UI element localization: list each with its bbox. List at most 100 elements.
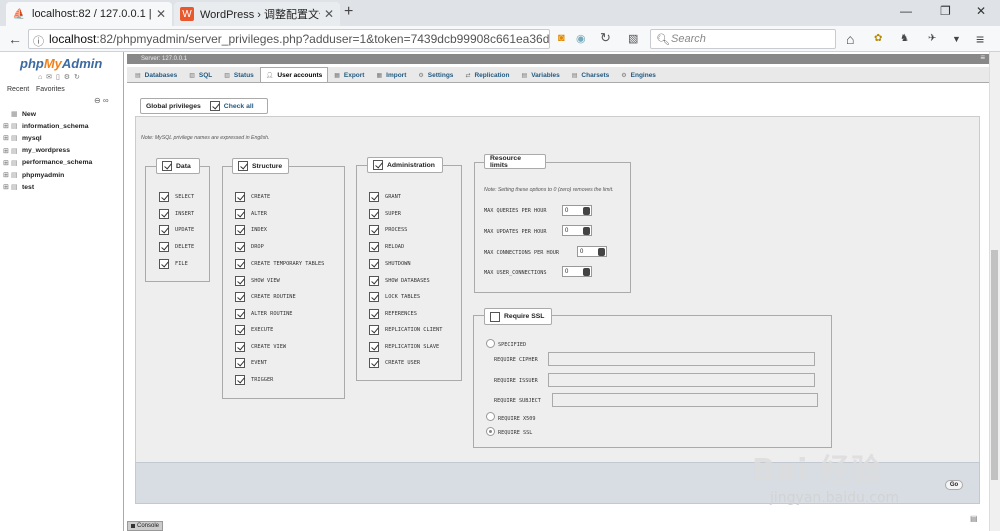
checkbox[interactable]	[159, 192, 169, 202]
checkbox[interactable]	[369, 209, 379, 219]
checkbox[interactable]	[235, 225, 245, 235]
checkbox[interactable]	[369, 342, 379, 352]
max-user-connections-input[interactable]: 0	[562, 266, 592, 277]
privilege-checkbox[interactable]: DELETE	[159, 242, 194, 252]
collapse-all-icon[interactable]: ⊖ ∞	[94, 96, 109, 105]
checkbox[interactable]	[369, 358, 379, 368]
data-legend[interactable]: Data	[156, 158, 200, 174]
tab-sql[interactable]: ▥ SQL	[183, 67, 218, 82]
tree-item-new[interactable]: ▦ New	[3, 108, 92, 120]
checkbox[interactable]	[235, 375, 245, 385]
checkbox[interactable]	[235, 309, 245, 319]
expand-icon[interactable]: ⊞	[3, 147, 11, 155]
structure-legend[interactable]: Structure	[232, 158, 289, 174]
tree-item-database[interactable]: ⊞ ▤ performance_schema	[3, 157, 92, 169]
tree-item-database[interactable]: ⊞ ▤ my_wordpress	[3, 145, 92, 157]
tab-variables[interactable]: ▤ Variables	[516, 67, 566, 82]
checkbox[interactable]	[235, 209, 245, 219]
menu-icon[interactable]: ≡	[976, 31, 984, 47]
privilege-checkbox[interactable]: REFERENCES	[369, 309, 417, 319]
checkbox[interactable]	[235, 276, 245, 286]
checkbox[interactable]	[235, 192, 245, 202]
privilege-checkbox[interactable]: EXECUTE	[235, 325, 273, 335]
privilege-checkbox[interactable]: DROP	[235, 242, 264, 252]
privilege-checkbox[interactable]: RELOAD	[369, 242, 404, 252]
restore-icon[interactable]: ❐	[940, 4, 951, 18]
require-subject-input[interactable]	[552, 393, 818, 407]
tab-export[interactable]: ▦ Export	[328, 67, 370, 82]
require-ssl-radio[interactable]	[486, 427, 495, 436]
checkbox[interactable]	[159, 259, 169, 269]
tab-engines[interactable]: ⚙ Engines	[615, 67, 662, 82]
browser-tab-phpmyadmin[interactable]: ⛵ localhost:82 / 127.0.0.1 | p... ✕	[6, 2, 172, 26]
privilege-checkbox[interactable]: EVENT	[235, 358, 267, 368]
expand-icon[interactable]: ⊞	[3, 134, 11, 142]
tree-item-database[interactable]: ⊞ ▤ information_schema	[3, 120, 92, 132]
tree-item-database[interactable]: ⊞ ▤ mysql	[3, 132, 92, 144]
check-all-checkbox[interactable]	[209, 101, 220, 111]
extension-icon[interactable]: ◙	[558, 32, 565, 44]
tree-item-database[interactable]: ⊞ ▤ test	[3, 181, 92, 193]
checkbox[interactable]	[369, 192, 379, 202]
privilege-checkbox[interactable]: ALTER ROUTINE	[235, 309, 292, 319]
tab-status[interactable]: ▥ Status	[218, 67, 260, 82]
reload-icon[interactable]: ↻	[600, 30, 611, 46]
require-ssl-checkbox[interactable]	[490, 311, 500, 322]
checkbox[interactable]	[369, 309, 379, 319]
checkbox[interactable]	[369, 292, 379, 302]
checkbox[interactable]	[235, 358, 245, 368]
privilege-checkbox[interactable]: CREATE USER	[369, 358, 420, 368]
quick-icons[interactable]: ⌂ ✉ ▯ ⚙ ↻	[38, 73, 81, 81]
max-queries-input[interactable]: 0	[562, 205, 592, 216]
home-icon[interactable]: ⌂	[846, 31, 854, 47]
require-cipher-input[interactable]	[548, 352, 815, 366]
back-icon[interactable]: ←	[8, 31, 22, 47]
privilege-checkbox[interactable]: CREATE TEMPORARY TABLES	[235, 259, 324, 269]
close-icon[interactable]: ✕	[324, 7, 334, 21]
spinner-icon[interactable]	[598, 248, 605, 256]
privilege-checkbox[interactable]: CREATE VIEW	[235, 342, 286, 352]
privilege-checkbox[interactable]: GRANT	[369, 192, 401, 202]
close-icon[interactable]: ✕	[156, 7, 166, 21]
favorites-link[interactable]: Favorites	[36, 86, 65, 93]
privilege-checkbox[interactable]: SHOW VIEW	[235, 276, 280, 286]
checkbox[interactable]	[369, 259, 379, 269]
spinner-icon[interactable]	[583, 268, 590, 276]
expand-icon[interactable]: ⊞	[3, 183, 11, 191]
search-input[interactable]: 🔍︎ Search	[650, 29, 836, 49]
administration-group-checkbox[interactable]	[373, 160, 383, 170]
data-group-checkbox[interactable]	[162, 161, 172, 171]
tree-item-database[interactable]: ⊞ ▤ phpmyadmin	[3, 169, 92, 181]
server-label[interactable]: Server: 127.0.0.1	[141, 56, 187, 62]
checkbox[interactable]	[369, 225, 379, 235]
close-window-icon[interactable]: ✕	[976, 4, 986, 18]
phpmyadmin-logo[interactable]: phpMyAdmin	[20, 56, 102, 71]
reader-icon[interactable]: ◉	[576, 32, 586, 45]
checkbox[interactable]	[235, 292, 245, 302]
checkbox[interactable]	[235, 259, 245, 269]
checkbox[interactable]	[159, 225, 169, 235]
dropdown-icon[interactable]: ▼	[952, 34, 961, 44]
url-bar[interactable]: ⓘ localhost:82/phpmyadmin/server_privile…	[28, 29, 550, 49]
administration-legend[interactable]: Administration	[367, 157, 443, 173]
max-updates-input[interactable]: 0	[562, 225, 592, 236]
scrollbar-thumb[interactable]	[991, 250, 998, 480]
privilege-checkbox[interactable]: SHOW DATABASES	[369, 276, 430, 286]
addon-icon-3[interactable]: ✈	[928, 33, 936, 44]
image-icon[interactable]: ▧	[628, 32, 638, 45]
privilege-checkbox[interactable]: CREATE	[235, 192, 270, 202]
privilege-checkbox[interactable]: INDEX	[235, 225, 267, 235]
privilege-checkbox[interactable]: TRIGGER	[235, 375, 273, 385]
checkbox[interactable]	[235, 325, 245, 335]
checkbox[interactable]	[369, 276, 379, 286]
checkbox[interactable]	[159, 209, 169, 219]
recent-link[interactable]: Recent	[7, 86, 29, 93]
minimize-icon[interactable]: —	[900, 4, 912, 18]
tab-replication[interactable]: ⇄ Replication	[459, 67, 515, 82]
tab-databases[interactable]: ▤ Databases	[129, 67, 183, 82]
expand-icon[interactable]: ⊞	[3, 122, 11, 130]
require-x509-radio[interactable]	[486, 412, 495, 421]
require-issuer-input[interactable]	[548, 373, 815, 387]
checkbox[interactable]	[235, 242, 245, 252]
privilege-checkbox[interactable]: INSERT	[159, 209, 194, 219]
